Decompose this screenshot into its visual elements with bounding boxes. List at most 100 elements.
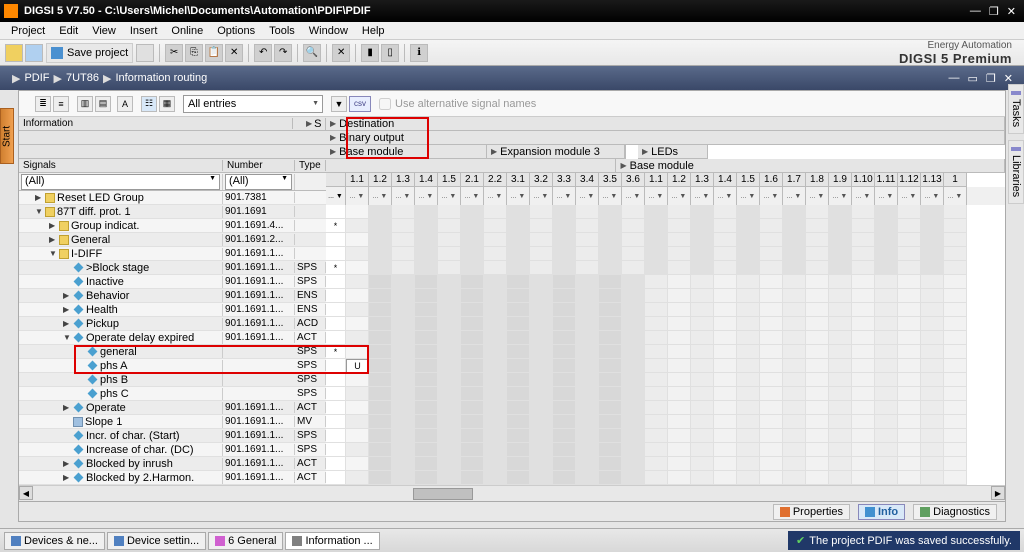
bo-cell[interactable] [346, 275, 369, 289]
bo-cell[interactable] [438, 247, 461, 261]
bo-cell[interactable] [461, 219, 484, 233]
bo-cell[interactable] [369, 317, 392, 331]
tree-row[interactable]: phs BSPS [19, 373, 326, 387]
bo-cell[interactable] [714, 331, 737, 345]
bo-cell[interactable] [530, 275, 553, 289]
bo-cell[interactable] [438, 415, 461, 429]
tree-row[interactable]: ▶Pickup901.1691.1...ACD [19, 317, 326, 331]
bo-cell[interactable] [438, 345, 461, 359]
bo-cell[interactable] [944, 317, 967, 331]
bo-cell[interactable] [737, 443, 760, 457]
tree-expander[interactable]: ▶ [49, 235, 59, 244]
bo-cell[interactable] [645, 345, 668, 359]
bo-cell[interactable] [783, 289, 806, 303]
bo-cell[interactable] [553, 401, 576, 415]
bo-cell[interactable] [737, 457, 760, 471]
bo-cell[interactable] [622, 373, 645, 387]
tree-row[interactable]: ▶Behavior901.1691.1...ENS [19, 289, 326, 303]
bo-cell[interactable] [576, 275, 599, 289]
bo-cell[interactable] [806, 219, 829, 233]
bo-cell[interactable] [714, 373, 737, 387]
bo-cell[interactable] [461, 275, 484, 289]
bo-cell[interactable] [553, 373, 576, 387]
bo-cell[interactable] [461, 387, 484, 401]
hdr-binary-output[interactable]: ▶Binary output [326, 131, 1005, 145]
collapse-all-icon[interactable]: ≡ [53, 96, 69, 112]
bo-cell[interactable] [369, 359, 392, 373]
tree-row[interactable]: ▼87T diff. prot. 1901.1691 [19, 205, 326, 219]
bo-cell[interactable] [852, 373, 875, 387]
bo-cell[interactable] [875, 261, 898, 275]
bo-cell[interactable] [829, 331, 852, 345]
bo-cell[interactable] [599, 247, 622, 261]
bo-cell[interactable] [668, 345, 691, 359]
bo-cell[interactable] [898, 401, 921, 415]
bo-cell[interactable] [691, 457, 714, 471]
bo-cell[interactable] [645, 443, 668, 457]
bo-cell[interactable] [415, 387, 438, 401]
grid-icon[interactable]: ▦ [159, 96, 175, 112]
bo-cell[interactable] [829, 261, 852, 275]
bo-cell[interactable] [645, 205, 668, 219]
filter-col[interactable]: ... ▼ [645, 187, 668, 205]
bo-cell[interactable] [507, 317, 530, 331]
bo-cell[interactable] [392, 331, 415, 345]
bo-cell[interactable] [415, 331, 438, 345]
bo-cell[interactable] [346, 219, 369, 233]
bo-cell[interactable] [668, 387, 691, 401]
bo-cell[interactable] [461, 373, 484, 387]
bo-cell[interactable] [944, 303, 967, 317]
col-header-1.13[interactable]: 1.13 [921, 173, 944, 187]
bo-cell[interactable] [645, 275, 668, 289]
bo-cell[interactable] [760, 429, 783, 443]
bo-cell[interactable] [760, 331, 783, 345]
bo-cell[interactable] [392, 303, 415, 317]
paste-icon[interactable]: 📋 [205, 44, 223, 62]
new-icon[interactable] [5, 44, 23, 62]
scroll-thumb[interactable] [413, 488, 473, 500]
col-header-1.3[interactable]: 1.3 [392, 173, 415, 187]
filter-col[interactable]: ... ▼ [760, 187, 783, 205]
bo-cell[interactable] [783, 387, 806, 401]
bo-cell[interactable] [668, 247, 691, 261]
bo-cell[interactable] [898, 205, 921, 219]
col-header-3.6[interactable]: 3.6 [622, 173, 645, 187]
filter-col[interactable]: ... ▼ [484, 187, 507, 205]
bo-cell[interactable] [484, 289, 507, 303]
bo-cell[interactable] [944, 457, 967, 471]
bo-cell[interactable] [852, 219, 875, 233]
col-header-3.3[interactable]: 3.3 [553, 173, 576, 187]
save-project-button[interactable]: Save project [46, 43, 133, 63]
bo-cell[interactable] [737, 247, 760, 261]
bo-cell[interactable] [576, 331, 599, 345]
bo-cell[interactable] [415, 443, 438, 457]
bo-cell[interactable] [691, 247, 714, 261]
bo-cell[interactable] [714, 205, 737, 219]
bo-cell[interactable] [392, 261, 415, 275]
bo-cell[interactable] [852, 317, 875, 331]
bo-cell[interactable] [691, 387, 714, 401]
bo-cell[interactable] [438, 471, 461, 485]
filter-icon[interactable]: ▼ [331, 96, 347, 112]
bo-cell[interactable] [599, 205, 622, 219]
bo-cell[interactable] [599, 289, 622, 303]
bo-cell[interactable] [737, 359, 760, 373]
bo-cell[interactable] [507, 303, 530, 317]
bo-cell[interactable] [645, 261, 668, 275]
tree-expander[interactable]: ▼ [49, 249, 59, 258]
bo-cell[interactable] [921, 401, 944, 415]
bo-cell[interactable] [346, 317, 369, 331]
filter-col[interactable]: ... ▼ [576, 187, 599, 205]
bo-cell[interactable] [599, 345, 622, 359]
bo-cell[interactable] [783, 261, 806, 275]
bo-cell[interactable] [576, 289, 599, 303]
crumb-device[interactable]: 7UT86 [66, 72, 99, 84]
bo-cell[interactable] [668, 331, 691, 345]
bo-cell[interactable] [484, 443, 507, 457]
bo-cell[interactable] [944, 331, 967, 345]
bo-cell[interactable] [369, 261, 392, 275]
bo-cell[interactable] [898, 261, 921, 275]
bo-cell[interactable] [944, 359, 967, 373]
tree-row[interactable]: >Block stage901.1691.1...SPS [19, 261, 326, 275]
bo-cell[interactable] [668, 317, 691, 331]
